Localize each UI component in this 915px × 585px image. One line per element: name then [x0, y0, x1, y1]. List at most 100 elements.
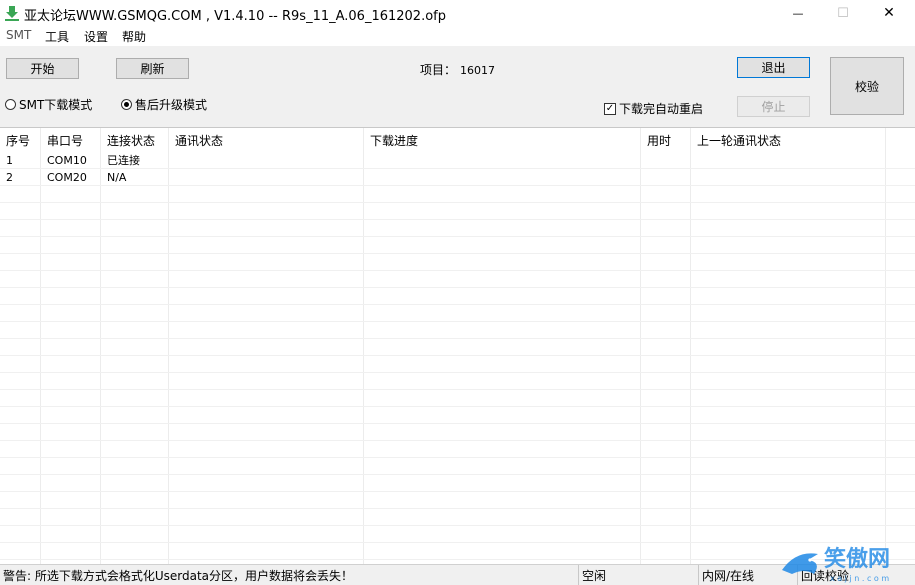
cell-port [41, 526, 101, 542]
cell-filler [886, 203, 915, 219]
cell-connection [101, 203, 169, 219]
cell-last-comm [691, 509, 886, 525]
cell-filler [886, 441, 915, 457]
menu-help[interactable]: 帮助 [122, 28, 146, 45]
cell-time [641, 220, 691, 236]
cell-time [641, 322, 691, 338]
cell-comm-status [169, 237, 364, 253]
cell-progress [364, 390, 641, 406]
cell-filler [886, 458, 915, 474]
cell-progress [364, 475, 641, 491]
cell-port [41, 220, 101, 236]
cell-connection [101, 271, 169, 287]
cell-port: COM10 [41, 152, 101, 168]
radio-smt-circle[interactable] [5, 99, 16, 110]
cell-progress [364, 424, 641, 440]
table-row [0, 237, 915, 254]
cell-index [0, 441, 41, 457]
cell-progress [364, 492, 641, 508]
cell-index [0, 424, 41, 440]
column-header-index[interactable]: 序号 [0, 128, 41, 152]
cell-last-comm [691, 169, 886, 185]
column-header-port[interactable]: 串口号 [41, 128, 101, 152]
watermark-logo: 笑傲网 x a j j n . c o m [782, 546, 890, 583]
cell-time [641, 492, 691, 508]
column-header-connection[interactable]: 连接状态 [101, 128, 169, 152]
cell-index [0, 271, 41, 287]
maximize-icon: ☐ [837, 5, 849, 21]
cell-comm-status [169, 288, 364, 304]
close-button[interactable]: ✕ [866, 0, 912, 26]
column-header-filler [886, 128, 915, 152]
cell-comm-status [169, 254, 364, 270]
cell-index [0, 288, 41, 304]
cell-index [0, 543, 41, 559]
cell-filler [886, 169, 915, 185]
title-bar: 亚太论坛WWW.GSMQG.COM , V1.4.10 -- R9s_11_A.… [0, 0, 915, 26]
cell-time [641, 458, 691, 474]
radio-smt-mode[interactable]: SMT下载模式 [5, 96, 92, 113]
minimize-button[interactable]: — [775, 0, 821, 26]
menu-settings[interactable]: 设置 [84, 28, 108, 45]
verify-button[interactable]: 校验 [830, 57, 904, 115]
cell-port [41, 322, 101, 338]
cell-comm-status [169, 152, 364, 168]
svg-text:x a j j n . c o m: x a j j n . c o m [830, 574, 889, 583]
cell-progress [364, 373, 641, 389]
checkbox-check-icon[interactable]: ✓ [604, 102, 616, 115]
radio-after-sales-circle[interactable] [121, 99, 132, 110]
cell-index: 1 [0, 152, 41, 168]
cell-progress [364, 288, 641, 304]
cell-port [41, 305, 101, 321]
cell-connection [101, 509, 169, 525]
cell-progress [364, 526, 641, 542]
cell-comm-status [169, 492, 364, 508]
column-header-time[interactable]: 用时 [641, 128, 691, 152]
cell-index [0, 390, 41, 406]
cell-comm-status [169, 203, 364, 219]
cell-comm-status [169, 475, 364, 491]
maximize-button[interactable]: ☐ [820, 0, 866, 26]
stop-button[interactable]: 停止 [737, 96, 810, 117]
cell-progress [364, 220, 641, 236]
menu-tools[interactable]: 工具 [45, 28, 69, 45]
start-button[interactable]: 开始 [6, 58, 79, 79]
exit-button[interactable]: 退出 [737, 57, 810, 78]
column-header-last-comm[interactable]: 上一轮通讯状态 [691, 128, 886, 152]
cell-progress [364, 322, 641, 338]
cell-filler [886, 288, 915, 304]
cell-progress [364, 339, 641, 355]
cell-progress [364, 543, 641, 559]
auto-reboot-checkbox[interactable]: ✓ 下载完自动重启 [604, 100, 703, 117]
download-arrow-icon [5, 6, 19, 21]
menu-smt[interactable]: SMT [6, 28, 31, 42]
table-row [0, 288, 915, 305]
cell-last-comm [691, 254, 886, 270]
cell-filler [886, 152, 915, 168]
cell-last-comm [691, 492, 886, 508]
cell-port [41, 203, 101, 219]
cell-port [41, 390, 101, 406]
cell-comm-status [169, 509, 364, 525]
radio-after-sales-mode[interactable]: 售后升级模式 [121, 96, 207, 113]
status-state: 空闲 [579, 565, 699, 585]
project-label: 项目： [420, 63, 457, 77]
cell-filler [886, 322, 915, 338]
cell-filler [886, 407, 915, 423]
cell-comm-status [169, 407, 364, 423]
cell-port [41, 356, 101, 372]
refresh-button[interactable]: 刷新 [116, 58, 189, 79]
column-header-progress[interactable]: 下载进度 [364, 128, 641, 152]
table-row [0, 373, 915, 390]
table-row[interactable]: 2 COM20 N/A [0, 169, 915, 186]
close-icon: ✕ [883, 5, 895, 21]
cell-filler [886, 220, 915, 236]
cell-time [641, 543, 691, 559]
cell-filler [886, 373, 915, 389]
cell-port [41, 543, 101, 559]
column-header-comm-status[interactable]: 通讯状态 [169, 128, 364, 152]
cell-filler [886, 424, 915, 440]
cell-port [41, 441, 101, 457]
table-row [0, 305, 915, 322]
table-row[interactable]: 1 COM10 已连接 [0, 152, 915, 169]
